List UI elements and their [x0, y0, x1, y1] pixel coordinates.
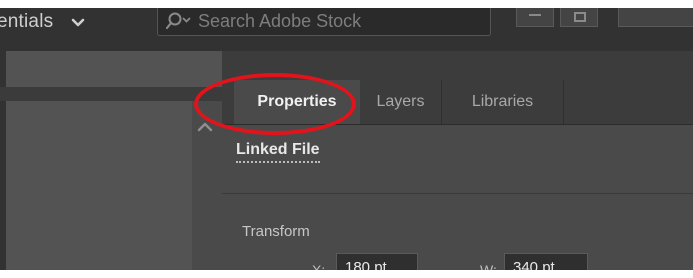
restore-button[interactable] — [560, 8, 598, 27]
transform-section-title: Transform — [242, 223, 310, 240]
tab-libraries-label: Libraries — [471, 93, 534, 110]
search-stock-box[interactable]: Search Adobe Stock — [157, 8, 491, 36]
title-bar: entials Search Adobe Stock — [0, 8, 693, 40]
panel-tab-strip: Properties Layers Libraries — [222, 80, 693, 125]
search-icon — [166, 12, 191, 29]
x-field-label: X: — [312, 262, 326, 270]
search-placeholder: Search Adobe Stock — [198, 11, 362, 31]
x-position-field[interactable] — [336, 253, 418, 270]
tab-properties-label: Properties — [257, 93, 337, 110]
close-icon — [651, 14, 663, 16]
close-button[interactable] — [618, 8, 693, 27]
width-field[interactable] — [504, 253, 588, 270]
app-window: entials Search Adobe Stock Properties La… — [0, 8, 693, 270]
section-divider — [222, 193, 693, 194]
properties-content: Linked File Transform X: W: — [222, 125, 693, 270]
workspace-label: entials — [0, 11, 54, 32]
chevron-up-icon[interactable] — [196, 120, 214, 134]
linked-file-link[interactable]: Linked File — [236, 141, 320, 163]
tab-libraries[interactable]: Libraries — [442, 80, 564, 124]
tab-properties[interactable]: Properties — [234, 80, 360, 124]
minimize-icon — [529, 14, 541, 16]
restore-icon — [574, 12, 586, 22]
workspace-switcher[interactable]: entials — [0, 8, 85, 36]
chevron-down-icon — [72, 18, 85, 27]
minimize-button[interactable] — [516, 8, 554, 27]
properties-panel: Properties Layers Libraries Linked File … — [222, 51, 693, 270]
tab-layers[interactable]: Layers — [360, 80, 442, 124]
panel-divider — [0, 87, 222, 101]
left-panel — [6, 101, 222, 270]
tab-layers-label: Layers — [376, 93, 425, 110]
width-field-label: W: — [480, 262, 497, 270]
